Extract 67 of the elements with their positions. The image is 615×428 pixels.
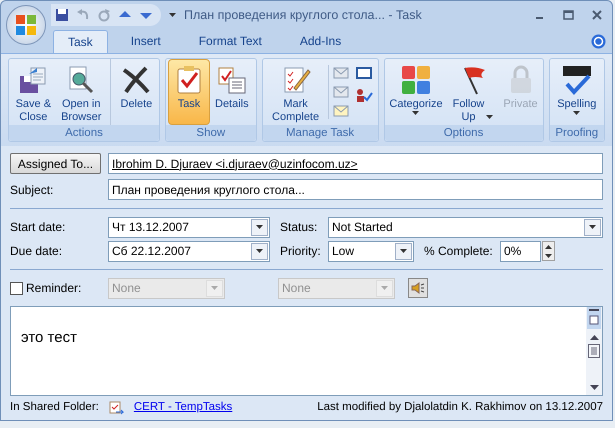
ribbon-tab[interactable]: Add-Ins [284,30,356,53]
spinner[interactable] [542,241,555,261]
group-label: Manage Task [262,125,378,141]
color-grid-icon [400,64,432,96]
reminder-label: Reminder: [26,280,82,297]
group-label: Proofing [550,125,604,141]
reminder-checkbox[interactable] [10,282,23,294]
person-check-icon[interactable] [355,86,374,103]
sound-button[interactable] [408,278,428,298]
close-icon[interactable] [592,10,602,20]
priority-label: Priority: [280,243,322,260]
dropdown-caret-icon [589,225,596,229]
ribbon-tab[interactable]: Task [53,30,108,53]
task-folder-icon [108,400,124,416]
ribbon-tab[interactable]: Insert [116,30,176,53]
start-date-field[interactable]: Чт 13.12.2007 [108,216,270,238]
caret-icon [545,254,552,258]
ribbon-button[interactable]: Open in Browser [56,58,106,125]
ribbon-button[interactable]: Mark Complete [267,58,324,125]
due-date-field[interactable]: Сб 22.12.2007 [108,240,270,262]
ribbon-button[interactable]: Details [210,58,254,125]
notes-area[interactable]: это тест [10,306,603,396]
subject-label: Subject: [10,182,54,198]
dropdown-caret-icon [211,286,218,290]
last-modified-text: Last modified by Djalolatdin K. Rakhimov on 13.12.2007 [317,400,603,416]
subject-field[interactable]: План проведения круглого стола... [108,179,603,200]
assigned-to-field[interactable]: Ibrohim D. Djuraev <i.djuraev@uzinfocom.uz> [108,153,603,174]
ribbon-button[interactable]: Categorize [384,58,448,125]
scroll-thumb-icon[interactable] [588,344,600,358]
status-field[interactable]: Not Started [328,216,603,238]
dropdown-caret-icon [381,286,388,290]
up-caret-icon [545,244,552,248]
window-title: План проведения круглого стола... - Task [184,6,422,24]
spelling-check-icon [560,64,593,96]
office-button[interactable] [6,5,46,45]
shared-folder-label: In Shared Folder: [10,400,99,416]
assigned-to-button[interactable]: Assigned To... [10,153,101,174]
percent-complete-field[interactable]: 0% [500,240,541,262]
scrollbar[interactable] [586,307,602,395]
customize-caret-icon [169,12,176,17]
office-logo-icon [15,14,37,36]
folder-link[interactable]: CERT - TempTasks [134,399,232,417]
ribbon-tab[interactable]: Format Text [184,30,277,53]
cross-icon [120,64,152,96]
group-label: Show [166,125,256,141]
group-label: Options [384,125,543,141]
save-icon[interactable] [55,8,69,22]
priority-field[interactable]: Low [328,240,414,262]
due-date-label: Due date: [10,243,64,260]
dropdown-caret-icon [256,225,263,229]
group-label: Actions [9,125,159,141]
envelope-icon[interactable] [333,102,352,119]
speaker-icon [411,282,425,294]
status-label: Status: [280,219,318,236]
dropdown-caret-icon [400,249,407,253]
scroll-down-icon[interactable] [590,385,598,390]
ribbon-button[interactable]: Task [168,58,210,125]
ribbon-button[interactable]: Spelling [552,58,602,125]
start-date-label: Start date: [10,219,66,236]
ribbon-button[interactable]: Save & Close [10,58,56,125]
ribbon-button[interactable]: Delete [115,58,158,125]
scroll-up-icon[interactable] [590,335,598,340]
notes-text: это тест [20,328,78,348]
ribbon-button[interactable]: Follow Up [448,58,498,125]
maximize-icon[interactable] [563,10,574,20]
dropdown-caret-icon [256,249,263,253]
percent-complete-label: % Complete: [424,243,494,260]
